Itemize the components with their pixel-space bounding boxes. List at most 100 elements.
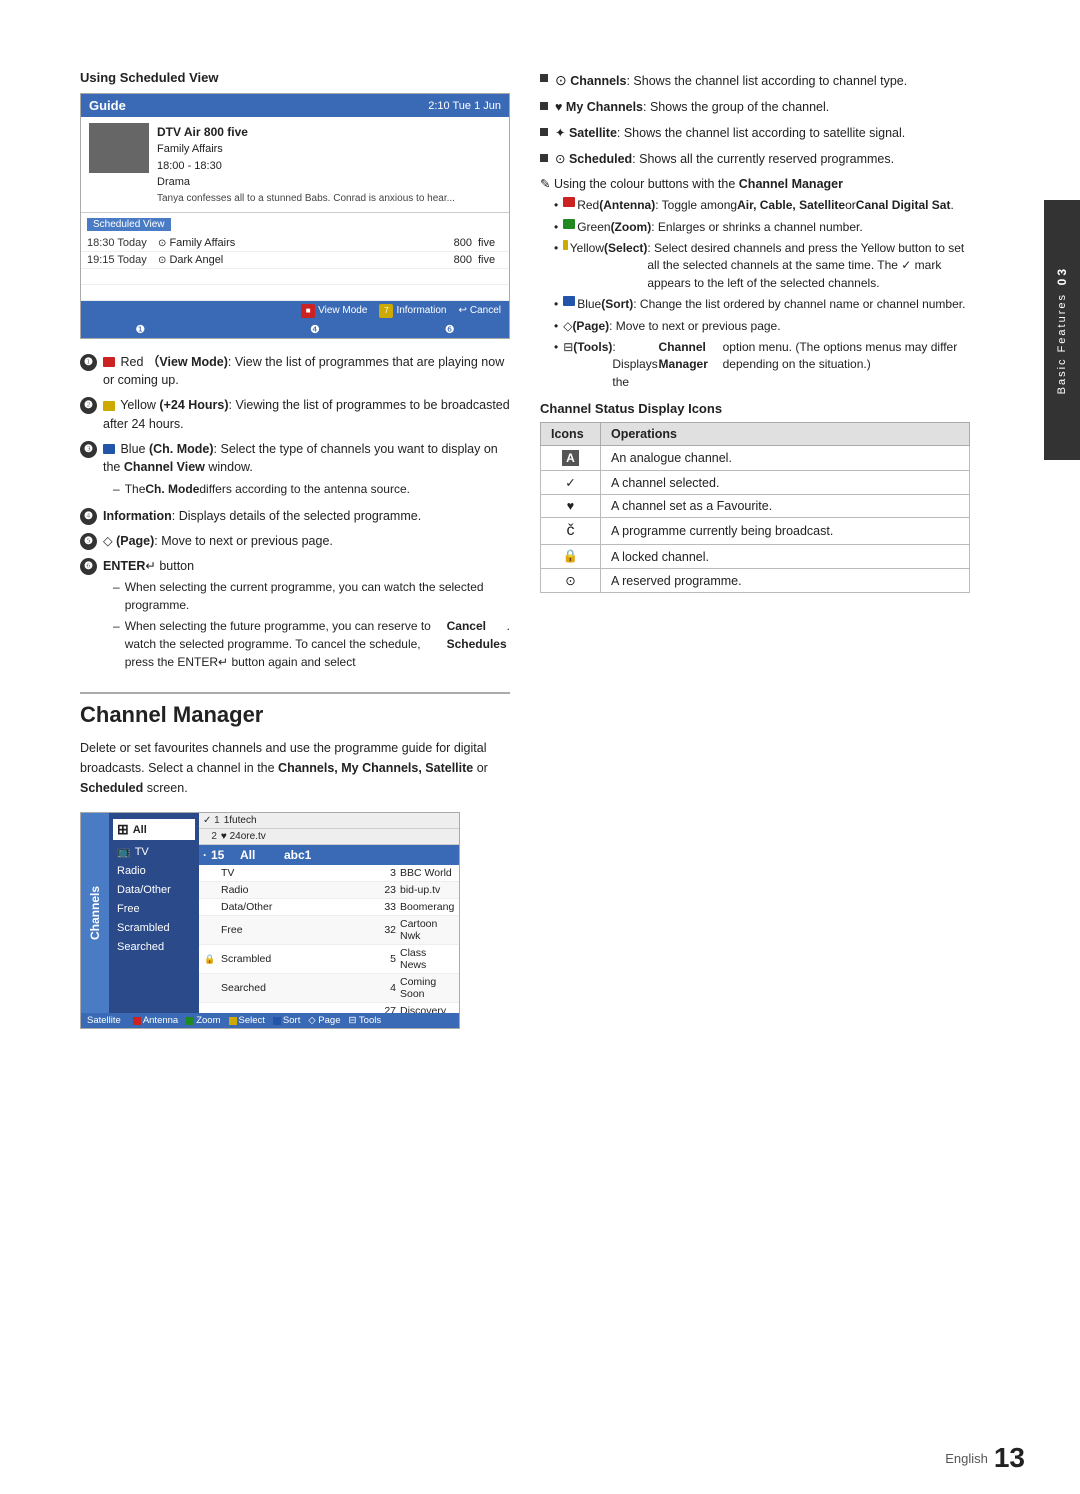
cm-nav-free[interactable]: Free <box>113 901 195 917</box>
red-color-btn <box>103 357 115 367</box>
guide-row2-time: 19:15 Today <box>87 254 152 266</box>
num-item-4: ❹ Information: Displays details of the s… <box>80 507 510 526</box>
num-subitem-6-1: When selecting the current programme, yo… <box>113 578 510 614</box>
num-sublist-6: When selecting the current programme, yo… <box>113 578 510 671</box>
cm-row-discovery-val: Discovery <box>400 1005 455 1013</box>
csd-row-broadcast: č A programme currently being broadcast. <box>541 518 970 545</box>
bullet-scheduled: ⊙ Scheduled: Shows all the currently res… <box>540 150 970 169</box>
guide-row1-prog: ⊙ Family Affairs <box>158 237 436 249</box>
csd-row-reserved: ⊙ A reserved programme. <box>541 569 970 593</box>
csd-icon-heart: ♥ <box>541 495 601 518</box>
guide-row2-ch: 800 <box>442 254 472 266</box>
cm-row-scrambled: 🔒 Scrambled 5 Class News <box>199 945 459 974</box>
num-item-3: ❸ Blue (Ch. Mode): Select the type of ch… <box>80 440 510 502</box>
cm-row-scrambled-icon: 🔒 <box>203 954 217 965</box>
cm-row-free-name: Free <box>221 924 367 936</box>
num-subitem-6-2: When selecting the future programme, you… <box>113 617 510 671</box>
num-content-5: ◇ (Page): Move to next or previous page. <box>103 532 510 551</box>
csd-th-icons: Icons <box>541 423 601 446</box>
colour-sub-1: Red (Antenna): Toggle among Air, Cable, … <box>554 197 970 214</box>
num-item-2: ❷ Yellow (+24 Hours): Viewing the list o… <box>80 396 510 434</box>
channel-manager-desc: Delete or set favourites channels and us… <box>80 738 510 798</box>
red-btn-icon: ■ <box>301 304 315 318</box>
cm-selected-row: · 15 All abc1 <box>199 845 459 865</box>
cm-nav-searched[interactable]: Searched <box>113 939 195 955</box>
guide-footer-cancel: Cancel <box>470 305 501 316</box>
cm-footer-sort: Sort <box>273 1015 300 1026</box>
cm-nav-all[interactable]: ⊞ All <box>113 819 195 840</box>
yellow-sq <box>563 240 568 250</box>
guide-info: DTV Air 800 five Family Affairs 18:00 - … <box>81 117 509 213</box>
guide-row-1: 18:30 Today ⊙ Family Affairs 800 five <box>81 235 509 252</box>
cm-green-icon <box>186 1017 194 1025</box>
right-bullet-list: ⊙ Channels: Shows the channel list accor… <box>540 70 970 168</box>
csd-op-heart: A channel set as a Favourite. <box>601 495 970 518</box>
colour-sub-2: Green (Zoom): Enlarges or shrinks a chan… <box>554 219 970 236</box>
num-subitem-3-1: The Ch. Mode differs according to the an… <box>113 480 510 498</box>
footer-num1: ❶ <box>135 323 145 336</box>
two-col-layout: Using Scheduled View Guide 2:10 Tue 1 Ju… <box>80 70 970 1029</box>
guide-header: Guide 2:10 Tue 1 Jun <box>81 94 509 117</box>
csd-row-analogue: A An analogue channel. <box>541 446 970 471</box>
bullet-satellite-text: ✦ Satellite: Shows the channel list acco… <box>555 124 905 143</box>
channel-manager-ui: Channels ⊞ All 📺 TV Radio <box>80 812 460 1029</box>
guide-program-title: DTV Air 800 five <box>157 123 455 141</box>
bullet-channels: ⊙ Channels: Shows the channel list accor… <box>540 70 970 91</box>
cm-nav-scrambled[interactable]: Scrambled <box>113 920 195 936</box>
left-column: Using Scheduled View Guide 2:10 Tue 1 Ju… <box>80 70 510 1029</box>
num-circle-4: ❹ <box>80 508 97 525</box>
guide-row1-qual: five <box>478 237 503 249</box>
csd-op-broadcast: A programme currently being broadcast. <box>601 518 970 545</box>
cm-header-2: 2 <box>203 831 217 842</box>
num-sublist-3: The Ch. Mode differs according to the an… <box>113 480 510 498</box>
cm-row-scrambled-name: Scrambled <box>221 953 367 965</box>
num-item-1: ❶ Red （View Mode): View the list of prog… <box>80 353 510 391</box>
cm-footer-select: Select <box>229 1015 265 1026</box>
cm-nav-data[interactable]: Data/Other <box>113 882 195 898</box>
bullet-mychannels: ♥ My Channels: Shows the group of the ch… <box>540 98 970 117</box>
cm-row-data-name: Data/Other <box>221 901 367 913</box>
bullet-scheduled-text: ⊙ Scheduled: Shows all the currently res… <box>555 150 894 169</box>
cm-nav-radio[interactable]: Radio <box>113 863 195 879</box>
cm-yellow-icon <box>229 1017 237 1025</box>
cm-row-searched-name: Searched <box>221 982 367 994</box>
cm-sel-dot: · <box>203 848 207 862</box>
cm-row-data: Data/Other 33 Boomerang <box>199 899 459 916</box>
blue-color-btn-3 <box>103 444 115 454</box>
csd-row-check: ✓ A channel selected. <box>541 471 970 495</box>
page-footer: English 13 <box>945 1442 1025 1474</box>
cm-footer-tools: ⊟ Tools <box>349 1015 382 1026</box>
num-circle-2: ❷ <box>80 397 97 414</box>
cm-header-24ore: ♥ 24ore.tv <box>221 831 455 842</box>
csd-title: Channel Status Display Icons <box>540 401 970 416</box>
guide-footer-numbers: ❶ ❹ ❻ <box>81 321 509 338</box>
chapter-title: Basic Features <box>1056 293 1068 394</box>
cm-nav: ⊞ All 📺 TV Radio Data/Other <box>109 813 199 1013</box>
guide-program-genre: Drama <box>157 174 455 191</box>
csd-icon-broadcast: č <box>541 518 601 545</box>
page-container: Using Scheduled View Guide 2:10 Tue 1 Ju… <box>0 0 1080 1494</box>
cm-nav-free-label: Free <box>117 903 140 915</box>
cm-red-icon <box>133 1017 141 1025</box>
num-circle-1: ❶ <box>80 354 97 371</box>
cm-footer-zoom: Zoom <box>186 1015 220 1026</box>
cm-header-row: ✓ 1 1futech <box>199 813 459 829</box>
cm-nav-tv[interactable]: 📺 TV <box>113 843 195 860</box>
guide-time: 2:10 Tue 1 Jun <box>428 100 501 112</box>
guide-row2-qual: five <box>478 254 503 266</box>
bullet-sq-2 <box>540 102 548 110</box>
num-content-1: Red （View Mode): View the list of progra… <box>103 353 510 391</box>
scheduled-view-title: Using Scheduled View <box>80 70 510 85</box>
cm-row-radio-val: bid-up.tv <box>400 884 455 896</box>
bullet-satellite: ✦ Satellite: Shows the channel list acco… <box>540 124 970 143</box>
num-content-4: Information: Displays details of the sel… <box>103 507 510 526</box>
csd-icon-lock: 🔒 <box>541 545 601 569</box>
cm-nav-tv-label: TV <box>135 846 149 858</box>
csd-th-operations: Operations <box>601 423 970 446</box>
num-item-5: ❺ ◇ (Page): Move to next or previous pag… <box>80 532 510 551</box>
csd-icon-reserved: ⊙ <box>541 569 601 593</box>
bullet-channels-text: ⊙ Channels: Shows the channel list accor… <box>555 70 907 91</box>
cm-header-1futech: 1futech <box>224 815 455 826</box>
guide-box: Guide 2:10 Tue 1 Jun DTV Air 800 five Fa… <box>80 93 510 339</box>
num-circle-3: ❸ <box>80 441 97 458</box>
